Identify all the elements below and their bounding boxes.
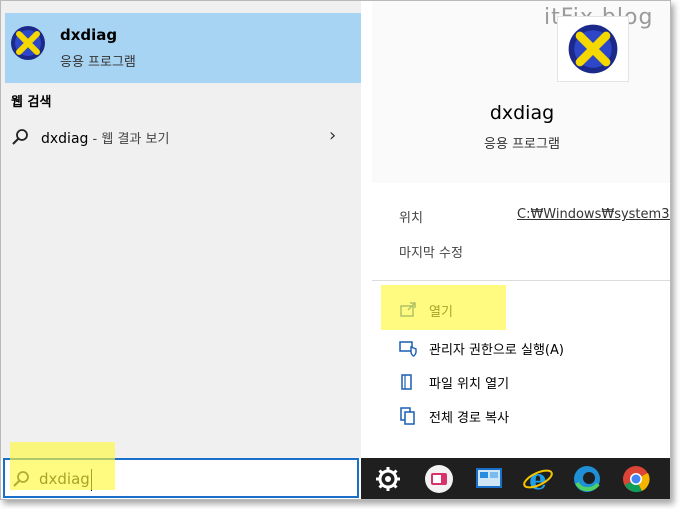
- modified-label: 마지막 수정: [399, 246, 463, 261]
- taskbar: e: [361, 458, 670, 499]
- screen-record-icon[interactable]: [423, 463, 455, 495]
- action-run-as-admin[interactable]: 관리자 권한으로 실행(A): [399, 337, 659, 361]
- best-match-type: 응용 프로그램: [60, 55, 136, 70]
- web-search-heading: 웹 검색: [11, 95, 52, 110]
- action-open-file-location-label: 파일 위치 열기: [429, 377, 510, 392]
- settings-icon[interactable]: [372, 463, 404, 495]
- action-open-file-location[interactable]: 파일 위치 열기: [399, 371, 659, 395]
- directx-icon: [568, 24, 618, 74]
- folder-location-icon: [401, 374, 412, 390]
- details-pane: itFix blog dxdiag 응용 프로그램 위치 C:₩Windows₩…: [372, 1, 670, 458]
- svg-text:e: e: [529, 463, 547, 495]
- copy-path-icon: [400, 407, 415, 425]
- action-run-as-admin-label: 관리자 권한으로 실행(A): [429, 343, 564, 358]
- control-panel-icon[interactable]: [473, 463, 505, 495]
- action-copy-full-path[interactable]: 전체 경로 복사: [399, 405, 659, 429]
- edge-icon[interactable]: [571, 463, 603, 495]
- open-highlight: [381, 285, 506, 330]
- divider: [372, 280, 670, 281]
- location-label: 위치: [399, 211, 423, 226]
- directx-icon: [11, 26, 45, 60]
- app-type: 응용 프로그램: [484, 137, 560, 152]
- start-search-window: dxdiag 응용 프로그램 웹 검색 dxdiag - 웹 결과 보기 › i…: [0, 0, 671, 500]
- shield-run-icon: [399, 341, 417, 357]
- app-icon-frame: [557, 16, 629, 82]
- action-copy-full-path-label: 전체 경로 복사: [429, 411, 510, 426]
- app-title: dxdiag: [489, 102, 555, 124]
- search-highlight: [10, 442, 115, 490]
- web-result-query: dxdiag: [41, 131, 89, 147]
- web-result-item[interactable]: dxdiag - 웹 결과 보기 ›: [1, 121, 361, 153]
- results-pane: dxdiag 응용 프로그램 웹 검색 dxdiag - 웹 결과 보기 ›: [1, 1, 361, 458]
- chevron-right-icon[interactable]: ›: [329, 125, 336, 146]
- chrome-icon[interactable]: [620, 463, 652, 495]
- location-link[interactable]: C:₩Windows₩system32: [517, 207, 670, 222]
- details-header: itFix blog dxdiag 응용 프로그램: [372, 1, 670, 183]
- best-match-name: dxdiag: [60, 26, 118, 44]
- best-match-item[interactable]: dxdiag 응용 프로그램: [5, 13, 361, 83]
- web-result-suffix: - 웹 결과 보기: [88, 132, 170, 147]
- search-icon: [12, 129, 28, 145]
- internet-explorer-icon[interactable]: e: [522, 463, 554, 495]
